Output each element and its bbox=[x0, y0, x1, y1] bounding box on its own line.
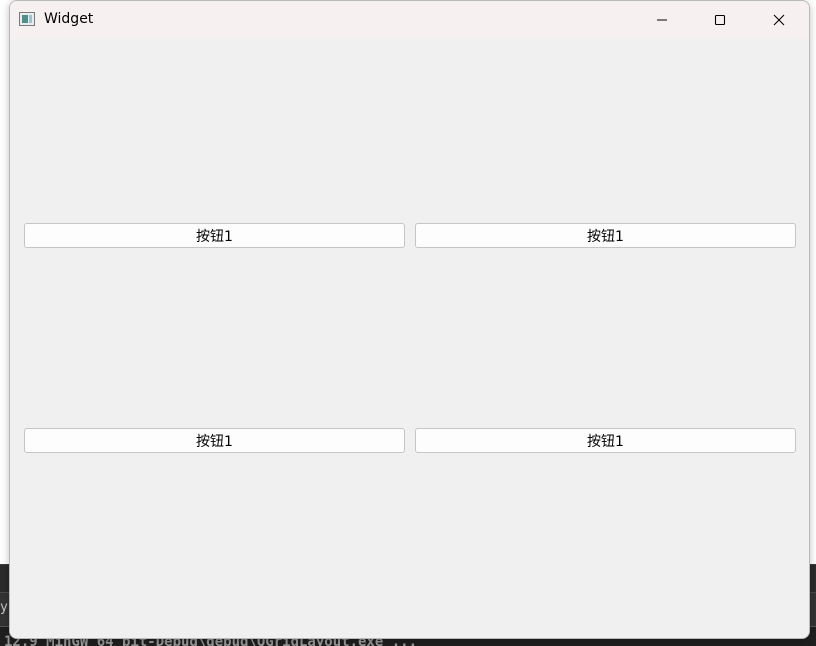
close-icon bbox=[773, 14, 785, 26]
grid-button-row2-col2[interactable]: 按钮1 bbox=[415, 428, 796, 453]
app-icon bbox=[19, 12, 35, 26]
title-bar[interactable]: Widget bbox=[10, 1, 809, 39]
window-title: Widget bbox=[44, 11, 94, 27]
widget-window: Widget 按钮1 按钮1 按钮1 按钮1 bbox=[9, 0, 810, 639]
maximize-button[interactable] bbox=[691, 1, 749, 39]
grid-layout-area: 按钮1 按钮1 按钮1 按钮1 bbox=[10, 39, 809, 638]
grid-button-row1-col1[interactable]: 按钮1 bbox=[24, 223, 405, 248]
grid-button-row2-col1[interactable]: 按钮1 bbox=[24, 428, 405, 453]
minimize-icon bbox=[657, 19, 667, 21]
maximize-icon bbox=[714, 14, 726, 26]
grid-button-row1-col2[interactable]: 按钮1 bbox=[415, 223, 796, 248]
minimize-button[interactable] bbox=[633, 1, 691, 39]
close-button[interactable] bbox=[750, 1, 808, 39]
